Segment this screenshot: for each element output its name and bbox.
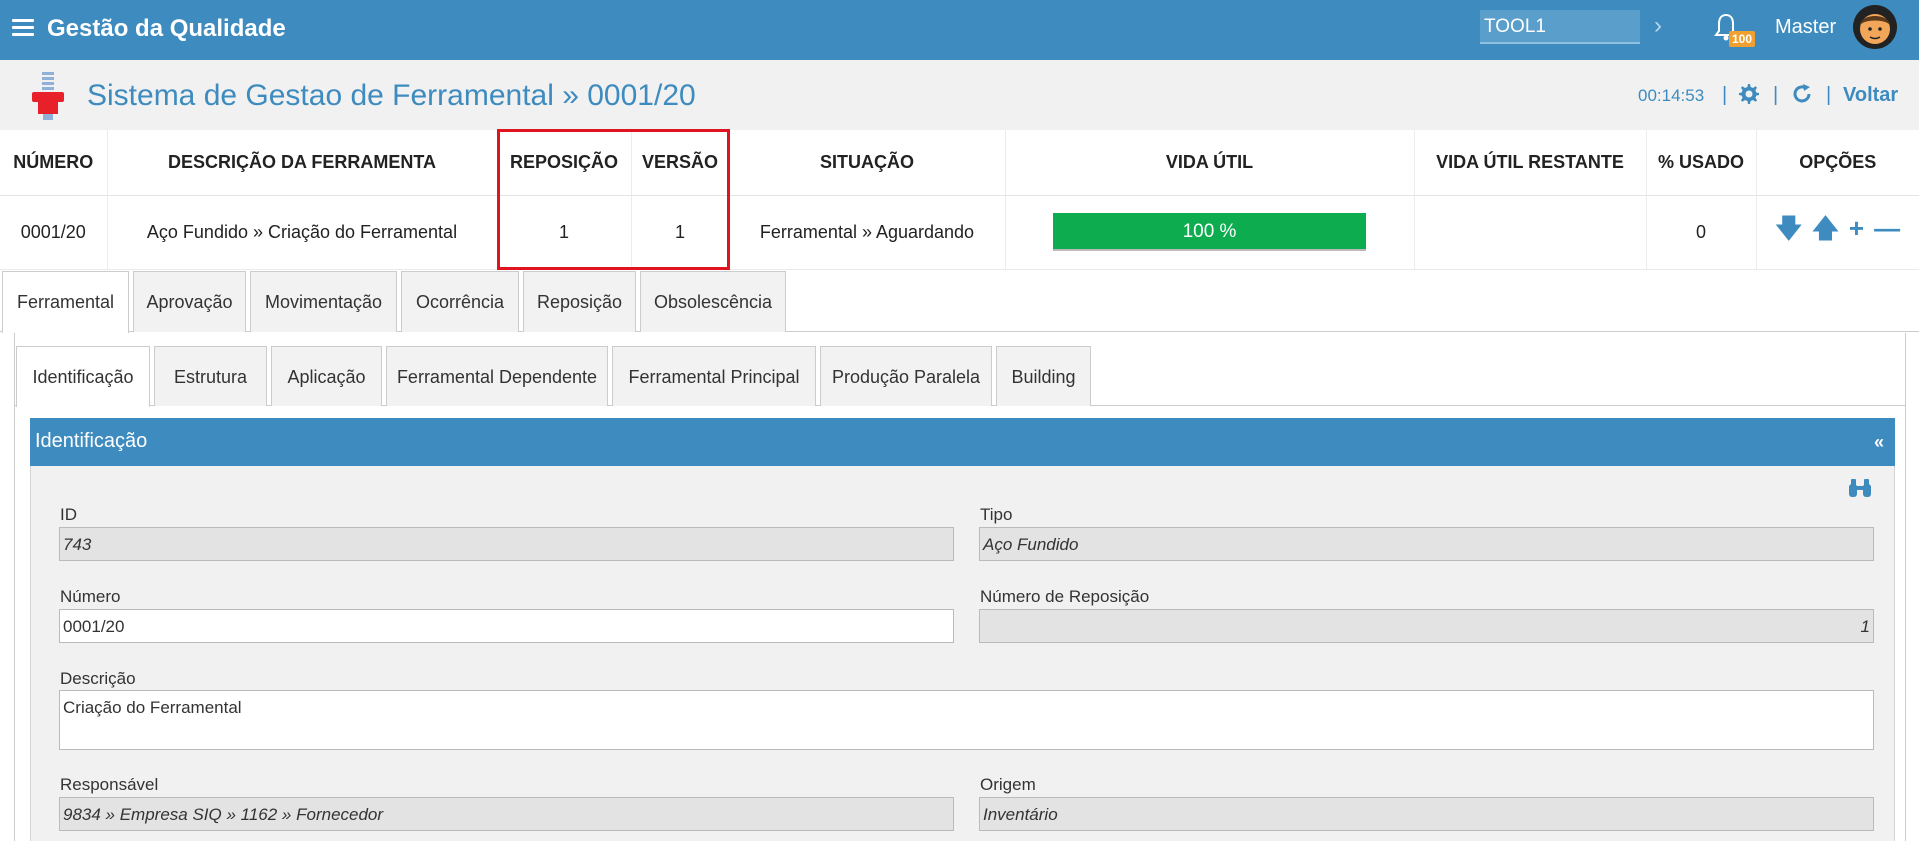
- column-header: VIDA ÚTIL: [1005, 130, 1415, 196]
- user-name[interactable]: Master: [1775, 16, 1836, 39]
- highlight-box: [497, 129, 730, 270]
- subtab-aplicacao[interactable]: Aplicação: [271, 346, 382, 406]
- module-selector[interactable]: TOOL1: [1480, 10, 1640, 44]
- descricao-textarea[interactable]: Criação do Ferramental: [59, 690, 1874, 750]
- subtab-ferramental-dependente[interactable]: Ferramental Dependente: [386, 346, 608, 406]
- avatar[interactable]: [1853, 5, 1897, 49]
- chevron-right-icon[interactable]: ›: [1654, 12, 1662, 40]
- session-timer: 00:14:53: [1638, 86, 1705, 105]
- section-title: Identificação: [30, 418, 1895, 466]
- column-header: VIDA ÚTIL RESTANTE: [1414, 130, 1647, 196]
- column-header: DESCRIÇÃO DA FERRAMENTA: [107, 130, 498, 196]
- subtab-ferramental-principal[interactable]: Ferramental Principal: [612, 346, 816, 406]
- tab-aprovacao[interactable]: Aprovação: [133, 271, 246, 332]
- page-title: Sistema de Gestao de Ferramental » 0001/…: [87, 79, 696, 112]
- summary-table: NÚMERO DESCRIÇÃO DA FERRAMENTA REPOSIÇÃO…: [0, 130, 1919, 270]
- descricao-label: Descrição: [60, 669, 136, 688]
- origem-label: Origem: [980, 775, 1036, 794]
- subtab-identificacao[interactable]: Identificação: [16, 346, 150, 407]
- sub-tabs: Identificação Estrutura Aplicação Ferram…: [14, 346, 1906, 407]
- menu-icon[interactable]: [12, 19, 34, 37]
- origem-field: Inventário: [979, 797, 1874, 831]
- plus-icon[interactable]: +: [1849, 213, 1864, 244]
- numero-label: Número: [60, 587, 121, 606]
- divider: |: [1722, 84, 1728, 106]
- cell-descricao: Aço Fundido » Criação do Ferramental: [107, 195, 498, 270]
- table-row: 0001/20 Aço Fundido » Criação do Ferrame…: [0, 195, 1919, 270]
- responsavel-label: Responsável: [60, 775, 159, 794]
- arrow-up-icon[interactable]: 🡅: [1812, 210, 1839, 254]
- collapse-button[interactable]: «: [1874, 432, 1884, 453]
- main-tabs: Ferramental Aprovação Movimentação Ocorr…: [0, 271, 1919, 333]
- gear-icon[interactable]: [1736, 82, 1760, 106]
- top-bar: Gestão da Qualidade TOOL1 › 100 Master: [0, 0, 1919, 60]
- subtab-producao-paralela[interactable]: Produção Paralela: [820, 346, 992, 406]
- responsavel-field: 9834 » Empresa SIQ » 1162 » Fornecedor: [59, 797, 954, 831]
- cell-vida-util-restante: [1414, 195, 1647, 270]
- arrow-down-icon[interactable]: 🡇: [1775, 210, 1802, 254]
- cell-vida-util: 100 %: [1005, 195, 1415, 270]
- app-title: Gestão da Qualidade: [47, 15, 286, 42]
- id-label: ID: [60, 505, 77, 524]
- tipo-label: Tipo: [980, 505, 1013, 524]
- cell-numero: 0001/20: [0, 195, 108, 270]
- back-link[interactable]: Voltar: [1843, 84, 1898, 107]
- column-header: OPÇÕES: [1756, 130, 1919, 196]
- divider: |: [1826, 84, 1832, 106]
- cell-usado: 0: [1646, 195, 1757, 270]
- subtab-estrutura[interactable]: Estrutura: [154, 346, 267, 406]
- tool-icon: [32, 72, 64, 120]
- column-header: SITUAÇÃO: [729, 130, 1006, 196]
- tab-movimentacao[interactable]: Movimentação: [250, 271, 397, 332]
- subtab-building[interactable]: Building: [996, 346, 1091, 406]
- cell-situacao: Ferramental » Aguardando: [729, 195, 1006, 270]
- tab-ferramental[interactable]: Ferramental: [2, 271, 129, 333]
- divider: |: [1773, 84, 1779, 106]
- refresh-icon[interactable]: [1790, 82, 1814, 106]
- cell-opcoes: 🡇 🡅 + —: [1756, 195, 1919, 270]
- numero-reposicao-label: Número de Reposição: [980, 587, 1150, 606]
- id-field: 743: [59, 527, 954, 561]
- column-header: % USADO: [1646, 130, 1757, 196]
- minus-icon[interactable]: —: [1874, 213, 1900, 244]
- notification-badge: 100: [1729, 31, 1756, 47]
- tab-reposicao[interactable]: Reposição: [523, 271, 636, 332]
- numero-field[interactable]: 0001/20: [59, 609, 954, 643]
- life-progress-bar: 100 %: [1053, 213, 1366, 251]
- tab-ocorrencia[interactable]: Ocorrência: [401, 271, 519, 332]
- numero-reposicao-field: 1: [979, 609, 1874, 643]
- tab-obsolescencia[interactable]: Obsolescência: [640, 271, 786, 332]
- binoculars-icon[interactable]: [1848, 478, 1872, 498]
- table-header-row: NÚMERO DESCRIÇÃO DA FERRAMENTA REPOSIÇÃO…: [0, 130, 1919, 196]
- tipo-field: Aço Fundido: [979, 527, 1874, 561]
- column-header: NÚMERO: [0, 130, 108, 196]
